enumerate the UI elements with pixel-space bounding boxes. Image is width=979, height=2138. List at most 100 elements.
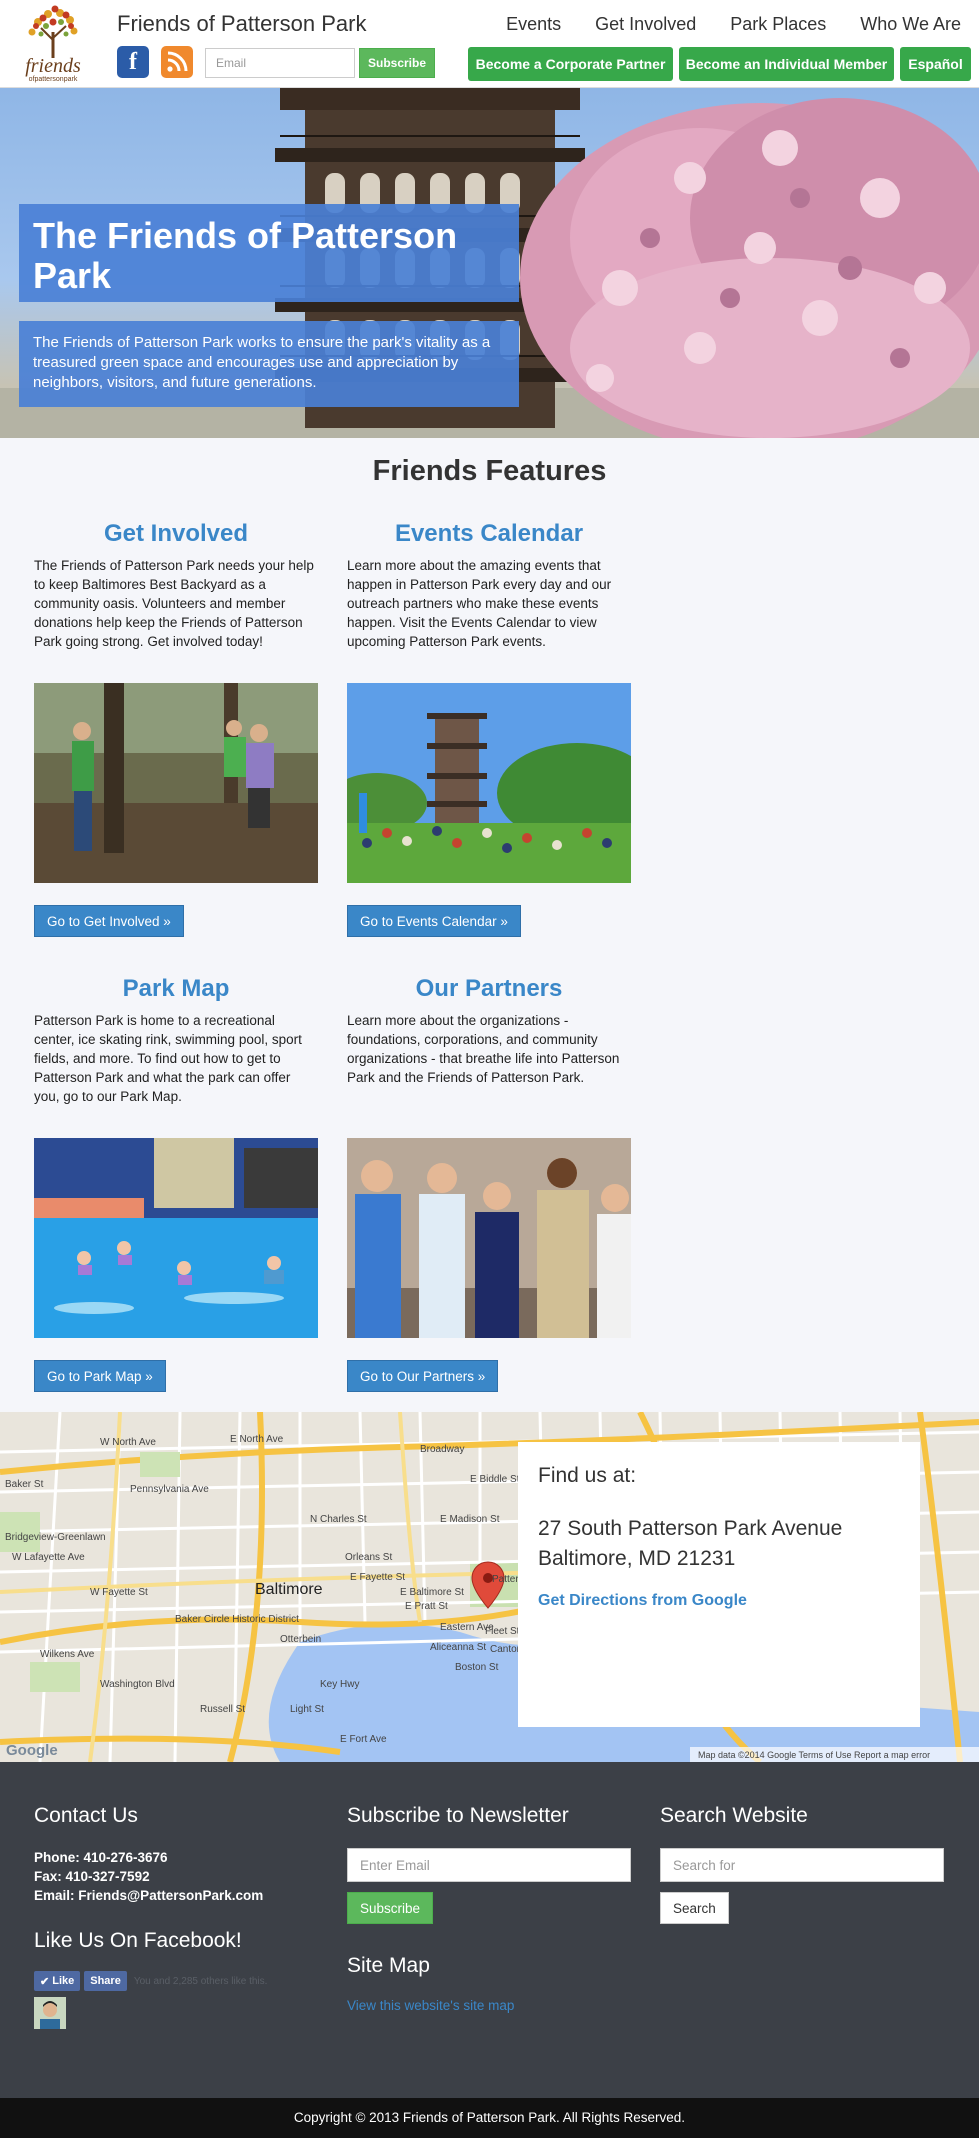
location-map[interactable]: Baltimore W North Ave E North Ave Broadw… (0, 1412, 979, 1762)
map-street-label: Key Hwy (320, 1679, 359, 1690)
feature-events-calendar: Events Calendar Learn more about the ama… (347, 520, 631, 937)
map-street-label: Baker Circle Historic District (175, 1614, 299, 1625)
contact-phone: Phone: 410-276-3676 (34, 1850, 168, 1865)
map-street-label: E Baltimore St (400, 1587, 464, 1598)
site-logo[interactable]: friends ofpattersonpark (8, 4, 98, 84)
map-street-label: E Pratt St (405, 1601, 448, 1612)
address: 27 South Patterson Park Avenue Baltimore… (538, 1514, 900, 1574)
feature-park-map: Park Map Patterson Park is home to a rec… (34, 975, 318, 1392)
contact-email[interactable]: Email: Friends@PattersonPark.com (34, 1886, 318, 1905)
map-street-label: Baker St (5, 1479, 44, 1490)
map-attribution[interactable]: Map data ©2014 Google Terms of Use Repor… (698, 1750, 930, 1760)
feature-title[interactable]: Get Involved (34, 520, 318, 548)
thumbs-up-icon: ✔ (40, 1975, 50, 1988)
find-us-label: Find us at: (538, 1464, 637, 1487)
newsletter-subscribe-button[interactable]: Subscribe (347, 1892, 434, 1924)
feature-photo-volunteers[interactable] (34, 683, 318, 883)
map-street-label: Bridgeview-Greenlawn (5, 1532, 106, 1543)
map-street-label: E Biddle St (470, 1474, 520, 1485)
search-heading: Search Website (660, 1804, 808, 1827)
map-street-label: Aliceanna St (430, 1642, 486, 1653)
header-subscribe-button[interactable]: Subscribe (359, 48, 435, 78)
site-footer: Contact Us Phone: 410-276-3676 Fax: 410-… (0, 1762, 979, 2098)
feature-get-involved: Get Involved The Friends of Patterson Pa… (34, 520, 318, 937)
magnolia-tree (520, 98, 979, 438)
feature-our-partners: Our Partners Learn more about the organi… (347, 975, 631, 1392)
map-street-label: Broadway (420, 1444, 464, 1455)
feature-title[interactable]: Our Partners (347, 975, 631, 1003)
contact-heading: Contact Us (34, 1804, 138, 1827)
feature-text: The Friends of Patterson Park needs your… (34, 558, 314, 649)
facebook-like-widget: ✔ Like Share You and 2,285 others like t… (34, 1971, 318, 1991)
facebook-share-button[interactable]: Share (84, 1971, 127, 1991)
logo-word: friends (25, 55, 81, 77)
contact-details: Phone: 410-276-3676 Fax: 410-327-7592 Em… (34, 1848, 318, 1905)
feature-title[interactable]: Events Calendar (347, 520, 631, 548)
nav-park-places[interactable]: Park Places (730, 14, 826, 35)
find-us-box: Find us at: 27 South Patterson Park Aven… (518, 1442, 920, 1727)
sitemap-link[interactable]: View this website's site map (347, 1998, 631, 2013)
feature-photo-partners[interactable] (347, 1138, 631, 1338)
facebook-heading: Like Us On Facebook! (34, 1929, 242, 1952)
footer-contact-column: Contact Us Phone: 410-276-3676 Fax: 410-… (34, 1804, 318, 2029)
nav-events[interactable]: Events (506, 14, 561, 35)
map-street-label: E Fort Ave (340, 1734, 387, 1745)
map-city-label: Baltimore (255, 1581, 323, 1598)
hero-description: The Friends of Patterson Park works to e… (19, 321, 519, 407)
social-links: f (117, 46, 193, 78)
map-street-label: Fleet St (485, 1626, 520, 1637)
search-input[interactable] (660, 1848, 944, 1882)
nav-get-involved[interactable]: Get Involved (595, 14, 696, 35)
nav-who-we-are[interactable]: Who We Are (860, 14, 961, 35)
map-street-label: Boston St (455, 1662, 499, 1673)
map-street-label: E North Ave (230, 1434, 284, 1445)
copyright: Copyright © 2013 Friends of Patterson Pa… (0, 2098, 979, 2138)
map-street-label: E Madison St (440, 1514, 500, 1525)
site-header: friends ofpattersonpark Friends of Patte… (0, 0, 979, 88)
go-to-get-involved-button[interactable]: Go to Get Involved » (34, 905, 184, 937)
rss-icon[interactable] (161, 46, 193, 78)
facebook-like-button[interactable]: ✔ Like (34, 1971, 81, 1991)
map-street-label: Washington Blvd (100, 1679, 175, 1690)
get-directions-link[interactable]: Get Directions from Google (538, 1592, 900, 1610)
go-to-our-partners-button[interactable]: Go to Our Partners » (347, 1360, 499, 1392)
map-street-label: W North Ave (100, 1437, 156, 1448)
map-street-label: Russell St (200, 1704, 245, 1715)
go-to-events-calendar-button[interactable]: Go to Events Calendar » (347, 905, 521, 937)
newsletter-heading: Subscribe to Newsletter (347, 1804, 569, 1827)
header-email-input[interactable] (205, 48, 355, 78)
map-street-label: W Lafayette Ave (12, 1552, 85, 1563)
like-label: Like (52, 1975, 75, 1987)
map-street-label: Otterbein (280, 1634, 321, 1645)
newsletter-email-input[interactable] (347, 1848, 631, 1882)
google-logo: Google (6, 1742, 58, 1759)
feature-text: Learn more about the organizations - fou… (347, 1013, 620, 1085)
sitemap-heading: Site Map (347, 1954, 430, 1977)
feature-text: Learn more about the amazing events that… (347, 558, 612, 649)
map-street-label: Orleans St (345, 1552, 392, 1563)
map-street-label: Pennsylvania Ave (130, 1484, 209, 1495)
features-heading: Friends Features (372, 455, 607, 487)
footer-search-column: Search Website Search (660, 1804, 944, 1924)
hero-banner: The Friends of Patterson Park The Friend… (0, 88, 979, 438)
corporate-partner-button[interactable]: Become a Corporate Partner (468, 47, 673, 81)
hero-title: The Friends of Patterson Park (19, 204, 519, 302)
map-street-label: W Fayette St (90, 1587, 148, 1598)
footer-newsletter-column: Subscribe to Newsletter Subscribe Site M… (347, 1804, 631, 2013)
search-button[interactable]: Search (660, 1892, 729, 1924)
map-street-label: E Fayette St (350, 1572, 405, 1583)
espanol-button[interactable]: Español (900, 47, 971, 81)
facebook-friend-avatar[interactable] (34, 1997, 66, 2029)
map-street-label: Wilkens Ave (40, 1649, 95, 1660)
feature-photo-swimming-pool[interactable] (34, 1138, 318, 1338)
address-line-1: 27 South Patterson Park Avenue (538, 1517, 843, 1540)
facebook-icon[interactable]: f (117, 46, 149, 78)
go-to-park-map-button[interactable]: Go to Park Map » (34, 1360, 166, 1392)
individual-member-button[interactable]: Become an Individual Member (679, 47, 894, 81)
feature-text: Patterson Park is home to a recreational… (34, 1013, 302, 1104)
logo-subtitle: ofpattersonpark (29, 76, 78, 83)
feature-title[interactable]: Park Map (34, 975, 318, 1003)
site-title[interactable]: Friends of Patterson Park (117, 11, 366, 37)
contact-fax: Fax: 410-327-7592 (34, 1869, 150, 1884)
feature-photo-event-crowd[interactable] (347, 683, 631, 883)
